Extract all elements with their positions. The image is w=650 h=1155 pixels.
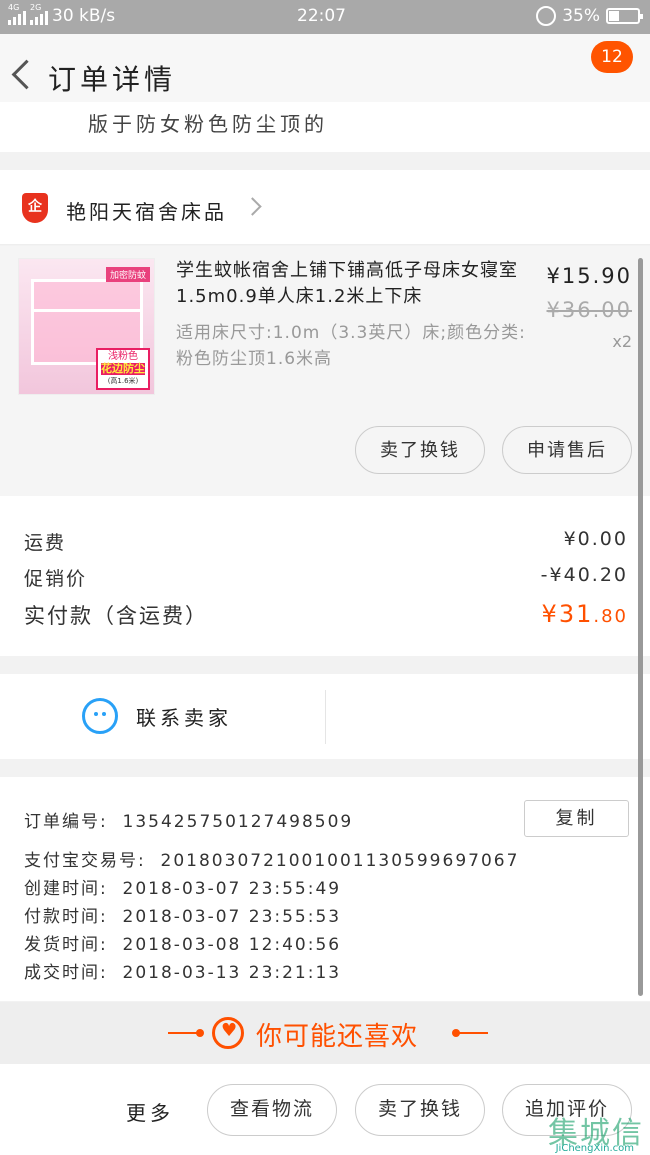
heart-icon — [212, 1017, 244, 1049]
alipay-row: 支付宝交易号: 2018030721001001130599697067 — [24, 851, 520, 871]
item-original-price: ¥36.00 — [546, 298, 632, 322]
created-time-row: 创建时间: 2018-03-07 23:55:49 — [24, 879, 342, 899]
promo-label: 促销价 — [24, 568, 88, 590]
status-bar: 4G 2G 30 kB/s 22:07 35% — [0, 0, 650, 34]
item-price: ¥15.90 — [546, 264, 632, 288]
battery-percent: 35% — [562, 6, 600, 26]
closed-time-row: 成交时间: 2018-03-13 23:21:13 — [24, 963, 342, 983]
rotation-lock-icon — [536, 6, 557, 26]
battery-icon — [606, 8, 643, 24]
message-count-badge: 12 — [591, 41, 633, 73]
battery-level — [609, 11, 619, 21]
signal-icon: 2G — [30, 3, 48, 25]
actual-paid-label: 实付款（含运费） — [24, 604, 208, 628]
item-quantity: x2 — [612, 332, 632, 351]
scrollbar[interactable] — [638, 258, 643, 996]
sell-button[interactable]: 卖了换钱 — [355, 426, 485, 474]
bottom-action-bar: 更多 查看物流 卖了换钱 追加评价 集城信 JiChengXin.com — [0, 1064, 650, 1155]
more-actions-button[interactable]: 更多 — [126, 1097, 174, 1126]
order-number: 1354257501274985​09 — [122, 812, 354, 832]
copy-button[interactable]: 复制 — [524, 800, 629, 837]
watermark-logo: 集城信 JiChengXin.com — [548, 1116, 644, 1154]
promo-value: -¥40.20 — [540, 564, 628, 586]
contact-seller-button[interactable]: 联系卖家 — [136, 702, 232, 731]
contact-section: 联系卖家 — [0, 674, 650, 759]
view-logistics-button[interactable]: 查看物流 — [207, 1084, 337, 1136]
network-speed: 30 kB/s — [52, 6, 116, 26]
shipped-time-row: 发货时间: 2018-03-08 12:40:56 — [24, 935, 342, 955]
after-sales-button[interactable]: 申请售后 — [502, 426, 632, 474]
order-item[interactable]: 加密防蚊 浅粉色 花边防尘 (高1.6米) 学生蚊帐宿舍上铺下铺高低子母床女寝室… — [0, 246, 650, 496]
shipping-label: 运费 — [24, 532, 67, 554]
chat-icon[interactable] — [82, 698, 118, 734]
divider — [325, 690, 326, 744]
recommendation-title: 你可能还喜欢 — [256, 1022, 419, 1052]
paid-time-row: 付款时间: 2018-03-07 23:55:53 — [24, 907, 342, 927]
page-title: 订单详情 — [48, 63, 177, 96]
sell-again-button[interactable]: 卖了换钱 — [355, 1084, 485, 1136]
item-title[interactable]: 学生蚊帐宿舍上铺下铺高低子母床女寝室1.5m0.9单人床1.2米上下床 — [176, 258, 526, 310]
back-icon[interactable] — [8, 54, 38, 94]
shop-row[interactable]: 企 艳阳天宿舍床品 — [0, 170, 650, 245]
order-info: 订单编号: 1354257501274985​09 复制 支付宝交易号: 201… — [0, 777, 650, 1001]
shop-badge-icon: 企 — [22, 193, 48, 223]
thumb-tag: 加密防蚊 — [105, 267, 150, 282]
partial-address-line: 版于防女粉色防尘顶的 — [0, 102, 650, 152]
order-number-row: 订单编号: 1354257501274985​09 — [24, 812, 354, 832]
clock: 22:07 — [297, 6, 346, 26]
shipping-value: ¥0.00 — [563, 528, 628, 550]
item-sku: 适用床尺寸:1.0m（3.3英尺）床;颜色分类:粉色防尘顶1.6米高 — [176, 323, 526, 369]
actual-paid-value: ¥31.80 — [541, 600, 628, 628]
recommendation-header: 你可能还喜欢 — [0, 1002, 650, 1064]
thumb-label: 浅粉色 花边防尘 (高1.6米) — [96, 348, 150, 390]
shop-name: 艳阳天宿舍床品 — [66, 200, 227, 224]
product-image[interactable]: 加密防蚊 浅粉色 花边防尘 (高1.6米) — [18, 258, 155, 395]
chevron-right-icon — [243, 197, 262, 216]
price-summary: 运费 ¥0.00 促销价 -¥40.20 实付款（含运费） ¥31.80 — [0, 496, 650, 656]
signal-icon: 4G — [8, 3, 26, 25]
